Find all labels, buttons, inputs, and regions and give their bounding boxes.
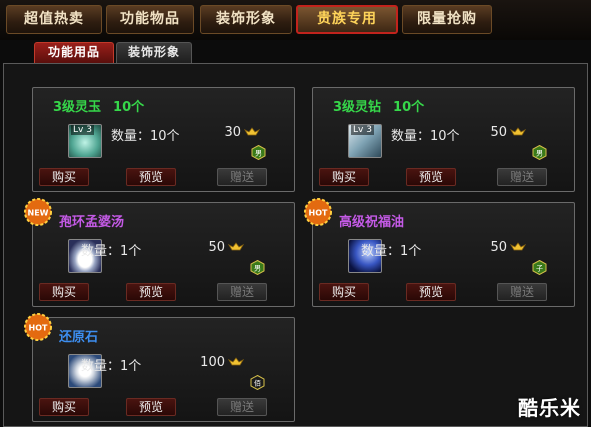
preview-button[interactable]: 预览 <box>126 398 176 416</box>
tab-decorations[interactable]: 装饰形象 <box>200 5 292 34</box>
subtab-decorations[interactable]: 装饰形象 <box>116 42 192 63</box>
item-card: 还原石 数量：1个 100 佰 购买 预览 赠送 <box>32 317 295 422</box>
buy-button[interactable]: 购买 <box>39 398 89 416</box>
item-card: 孢环孟婆汤 数量：1个 50 男 购买 预览 赠送 <box>32 202 295 307</box>
top-tab-bar: 超值热卖 功能物品 装饰形象 贵族专用 限量抢购 <box>0 0 591 40</box>
gift-button[interactable]: 赠送 <box>497 168 547 186</box>
price-label: 30 <box>224 125 241 140</box>
price-label: 50 <box>208 240 225 255</box>
hot-badge-icon: HOT <box>304 198 332 226</box>
jade-item-icon[interactable]: Lv 3 <box>68 124 102 158</box>
gender-badge-icon: 男 <box>250 259 265 276</box>
new-badge-icon: NEW <box>24 198 52 226</box>
item-title: 3级灵玉 10个 <box>53 100 145 115</box>
gold-ingot-icon <box>228 357 244 366</box>
gift-button[interactable]: 赠送 <box>497 283 547 301</box>
svg-text:子: 子 <box>536 265 543 273</box>
tab-limited-rush[interactable]: 限量抢购 <box>402 5 492 34</box>
price-label: 100 <box>200 355 225 370</box>
svg-text:男: 男 <box>536 150 543 158</box>
subtab-functional-goods[interactable]: 功能用品 <box>34 42 114 63</box>
tab-hot-sale[interactable]: 超值热卖 <box>6 5 102 34</box>
buy-button[interactable]: 购买 <box>39 168 89 186</box>
svg-text:佰: 佰 <box>254 379 261 388</box>
svg-text:男: 男 <box>255 150 262 158</box>
item-card: 3级灵钻 10个 Lv 3 数量：10个 50 男 购买 预览 赠送 <box>312 87 575 192</box>
quantity-label: 数量：1个 <box>361 244 422 259</box>
item-title: 孢环孟婆汤 <box>59 215 125 230</box>
preview-button[interactable]: 预览 <box>126 283 176 301</box>
sub-tab-bar: 功能用品 装饰形象 <box>0 40 591 64</box>
item-title: 高级祝福油 <box>339 215 405 230</box>
level-label: Lv 3 <box>71 125 94 135</box>
level-label: Lv 3 <box>351 125 374 135</box>
gold-ingot-icon <box>510 127 526 136</box>
svg-text:男: 男 <box>254 265 261 273</box>
quantity-label: 数量：1个 <box>81 359 142 374</box>
buy-button[interactable]: 购买 <box>319 283 369 301</box>
buy-button[interactable]: 购买 <box>39 283 89 301</box>
svg-text:HOT: HOT <box>29 324 48 333</box>
hot-badge-icon: HOT <box>24 313 52 341</box>
svg-text:HOT: HOT <box>309 209 328 218</box>
gift-button[interactable]: 赠送 <box>217 168 267 186</box>
buy-button[interactable]: 购买 <box>319 168 369 186</box>
gender-badge-icon: 男 <box>251 144 266 161</box>
watermark: 酷乐米 <box>518 396 581 420</box>
price-label: 50 <box>490 240 507 255</box>
preview-button[interactable]: 预览 <box>126 168 176 186</box>
gift-button[interactable]: 赠送 <box>217 398 267 416</box>
gender-badge-icon: 佰 <box>250 374 265 391</box>
gold-ingot-icon <box>244 127 260 136</box>
gift-button[interactable]: 赠送 <box>217 283 267 301</box>
gender-badge-icon: 子 <box>532 259 547 276</box>
item-card: 3级灵玉 10个 Lv 3 数量：10个 30 男 购买 预览 赠送 <box>32 87 295 192</box>
gold-ingot-icon <box>228 242 244 251</box>
gold-ingot-icon <box>510 242 526 251</box>
preview-button[interactable]: 预览 <box>406 283 456 301</box>
diamond-item-icon[interactable]: Lv 3 <box>348 124 382 158</box>
item-title: 还原石 <box>59 330 99 345</box>
gender-badge-icon: 男 <box>532 144 547 161</box>
tab-noble-exclusive[interactable]: 贵族专用 <box>296 5 398 34</box>
tab-functional-items[interactable]: 功能物品 <box>106 5 194 34</box>
item-card: 高级祝福油 数量：1个 50 子 购买 预览 赠送 <box>312 202 575 307</box>
quantity-label: 数量：10个 <box>111 129 180 144</box>
item-title: 3级灵钻 10个 <box>333 100 425 115</box>
preview-button[interactable]: 预览 <box>406 168 456 186</box>
svg-text:NEW: NEW <box>28 209 49 218</box>
price-label: 50 <box>490 125 507 140</box>
quantity-label: 数量：1个 <box>81 244 142 259</box>
